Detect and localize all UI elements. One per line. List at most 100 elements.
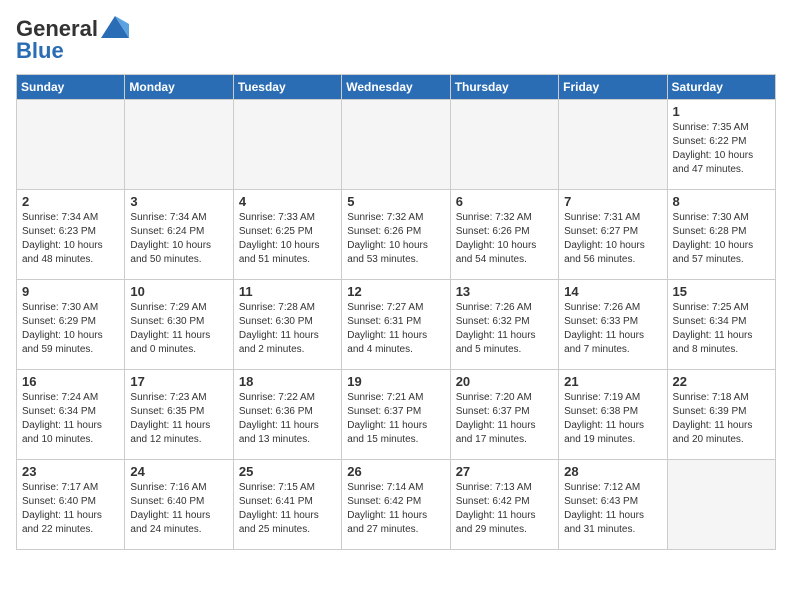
day-number: 28 [564, 464, 661, 479]
calendar-cell: 6Sunrise: 7:32 AM Sunset: 6:26 PM Daylig… [450, 190, 558, 280]
day-info: Sunrise: 7:31 AM Sunset: 6:27 PM Dayligh… [564, 211, 661, 267]
day-number: 6 [456, 194, 553, 209]
day-number: 22 [673, 374, 770, 389]
calendar-cell: 25 Sunrise: 7:15 AM Sunset: 6:41 PM Dayli… [233, 460, 341, 550]
day-number: 20 [456, 374, 553, 389]
calendar-cell: 15 Sunrise: 7:25 AM Sunset: 6:34 PM Dayli… [667, 280, 775, 370]
day-number: 24 [130, 464, 227, 479]
calendar-cell: 11 Sunrise: 7:28 AM Sunset: 6:30 PM Dayli… [233, 280, 341, 370]
weekday-header-monday: Monday [125, 75, 233, 100]
calendar-cell: 24 Sunrise: 7:16 AM Sunset: 6:40 PM Dayli… [125, 460, 233, 550]
calendar-cell [125, 100, 233, 190]
calendar-cell: 1 Sunrise: 7:35 AM Sunset: 6:22 PM Daylig… [667, 100, 775, 190]
day-number: 3 [130, 194, 227, 209]
day-number: 9 [22, 284, 119, 299]
calendar-cell: 19 Sunrise: 7:21 AM Sunset: 6:37 PM Dayli… [342, 370, 450, 460]
day-info: Sunrise: 7:20 AM Sunset: 6:37 PM Dayligh… [456, 391, 553, 447]
day-info: Sunrise: 7:23 AM Sunset: 6:35 PM Dayligh… [130, 391, 227, 447]
week-row-5: 23 Sunrise: 7:17 AM Sunset: 6:40 PM Dayli… [17, 460, 776, 550]
day-number: 27 [456, 464, 553, 479]
weekday-header-friday: Friday [559, 75, 667, 100]
calendar-cell: 26 Sunrise: 7:14 AM Sunset: 6:42 PM Dayli… [342, 460, 450, 550]
day-number: 5 [347, 194, 444, 209]
day-info: Sunrise: 7:19 AM Sunset: 6:38 PM Dayligh… [564, 391, 661, 447]
logo-blue-text: Blue [16, 38, 64, 64]
day-number: 14 [564, 284, 661, 299]
calendar-cell [667, 460, 775, 550]
day-info: Sunrise: 7:33 AM Sunset: 6:25 PM Dayligh… [239, 211, 336, 267]
weekday-header-row: SundayMondayTuesdayWednesdayThursdayFrid… [17, 75, 776, 100]
calendar-cell [342, 100, 450, 190]
day-number: 18 [239, 374, 336, 389]
calendar-cell: 7 Sunrise: 7:31 AM Sunset: 6:27 PM Daylig… [559, 190, 667, 280]
day-number: 7 [564, 194, 661, 209]
day-info: Sunrise: 7:22 AM Sunset: 6:36 PM Dayligh… [239, 391, 336, 447]
calendar-cell: 22 Sunrise: 7:18 AM Sunset: 6:39 PM Dayli… [667, 370, 775, 460]
day-info: Sunrise: 7:26 AM Sunset: 6:32 PM Dayligh… [456, 301, 553, 357]
week-row-3: 9 Sunrise: 7:30 AM Sunset: 6:29 PM Daylig… [17, 280, 776, 370]
calendar-cell: 4Sunrise: 7:33 AM Sunset: 6:25 PM Daylig… [233, 190, 341, 280]
calendar-cell: 18 Sunrise: 7:22 AM Sunset: 6:36 PM Dayli… [233, 370, 341, 460]
calendar-cell: 16 Sunrise: 7:24 AM Sunset: 6:34 PM Dayli… [17, 370, 125, 460]
day-number: 15 [673, 284, 770, 299]
logo: General Blue [16, 16, 129, 64]
calendar-cell: 3Sunrise: 7:34 AM Sunset: 6:24 PM Daylig… [125, 190, 233, 280]
day-info: Sunrise: 7:24 AM Sunset: 6:34 PM Dayligh… [22, 391, 119, 447]
calendar-cell: 8 Sunrise: 7:30 AM Sunset: 6:28 PM Daylig… [667, 190, 775, 280]
header: General Blue [16, 16, 776, 64]
day-info: Sunrise: 7:26 AM Sunset: 6:33 PM Dayligh… [564, 301, 661, 357]
calendar-cell: 5 Sunrise: 7:32 AM Sunset: 6:26 PM Daylig… [342, 190, 450, 280]
calendar-cell: 20 Sunrise: 7:20 AM Sunset: 6:37 PM Dayli… [450, 370, 558, 460]
weekday-header-wednesday: Wednesday [342, 75, 450, 100]
day-number: 12 [347, 284, 444, 299]
calendar-cell: 28 Sunrise: 7:12 AM Sunset: 6:43 PM Dayli… [559, 460, 667, 550]
day-info: Sunrise: 7:34 AM Sunset: 6:23 PM Dayligh… [22, 211, 119, 267]
day-number: 10 [130, 284, 227, 299]
day-info: Sunrise: 7:30 AM Sunset: 6:28 PM Dayligh… [673, 211, 770, 267]
week-row-2: 2 Sunrise: 7:34 AM Sunset: 6:23 PM Daylig… [17, 190, 776, 280]
day-number: 19 [347, 374, 444, 389]
calendar-cell: 10Sunrise: 7:29 AM Sunset: 6:30 PM Dayli… [125, 280, 233, 370]
weekday-header-tuesday: Tuesday [233, 75, 341, 100]
day-number: 11 [239, 284, 336, 299]
calendar-cell [233, 100, 341, 190]
calendar-cell [17, 100, 125, 190]
day-info: Sunrise: 7:12 AM Sunset: 6:43 PM Dayligh… [564, 481, 661, 537]
day-info: Sunrise: 7:16 AM Sunset: 6:40 PM Dayligh… [130, 481, 227, 537]
calendar-cell [450, 100, 558, 190]
day-number: 17 [130, 374, 227, 389]
logo-icon [101, 16, 129, 38]
weekday-header-saturday: Saturday [667, 75, 775, 100]
day-info: Sunrise: 7:30 AM Sunset: 6:29 PM Dayligh… [22, 301, 119, 357]
day-number: 8 [673, 194, 770, 209]
day-info: Sunrise: 7:32 AM Sunset: 6:26 PM Dayligh… [347, 211, 444, 267]
calendar-cell [559, 100, 667, 190]
calendar-cell: 14 Sunrise: 7:26 AM Sunset: 6:33 PM Dayli… [559, 280, 667, 370]
day-info: Sunrise: 7:15 AM Sunset: 6:41 PM Dayligh… [239, 481, 336, 537]
day-number: 26 [347, 464, 444, 479]
day-info: Sunrise: 7:17 AM Sunset: 6:40 PM Dayligh… [22, 481, 119, 537]
day-info: Sunrise: 7:28 AM Sunset: 6:30 PM Dayligh… [239, 301, 336, 357]
calendar-cell: 9 Sunrise: 7:30 AM Sunset: 6:29 PM Daylig… [17, 280, 125, 370]
day-info: Sunrise: 7:25 AM Sunset: 6:34 PM Dayligh… [673, 301, 770, 357]
day-info: Sunrise: 7:27 AM Sunset: 6:31 PM Dayligh… [347, 301, 444, 357]
calendar-cell: 21 Sunrise: 7:19 AM Sunset: 6:38 PM Dayli… [559, 370, 667, 460]
calendar-cell: 17 Sunrise: 7:23 AM Sunset: 6:35 PM Dayli… [125, 370, 233, 460]
day-info: Sunrise: 7:14 AM Sunset: 6:42 PM Dayligh… [347, 481, 444, 537]
day-number: 25 [239, 464, 336, 479]
weekday-header-thursday: Thursday [450, 75, 558, 100]
day-number: 21 [564, 374, 661, 389]
day-number: 1 [673, 104, 770, 119]
day-info: Sunrise: 7:18 AM Sunset: 6:39 PM Dayligh… [673, 391, 770, 447]
day-number: 23 [22, 464, 119, 479]
day-number: 16 [22, 374, 119, 389]
calendar-cell: 27Sunrise: 7:13 AM Sunset: 6:42 PM Dayli… [450, 460, 558, 550]
calendar-cell: 12 Sunrise: 7:27 AM Sunset: 6:31 PM Dayli… [342, 280, 450, 370]
week-row-1: 1 Sunrise: 7:35 AM Sunset: 6:22 PM Daylig… [17, 100, 776, 190]
day-number: 13 [456, 284, 553, 299]
calendar-cell: 23 Sunrise: 7:17 AM Sunset: 6:40 PM Dayli… [17, 460, 125, 550]
calendar-table: SundayMondayTuesdayWednesdayThursdayFrid… [16, 74, 776, 550]
day-info: Sunrise: 7:35 AM Sunset: 6:22 PM Dayligh… [673, 121, 770, 177]
day-number: 2 [22, 194, 119, 209]
day-info: Sunrise: 7:21 AM Sunset: 6:37 PM Dayligh… [347, 391, 444, 447]
